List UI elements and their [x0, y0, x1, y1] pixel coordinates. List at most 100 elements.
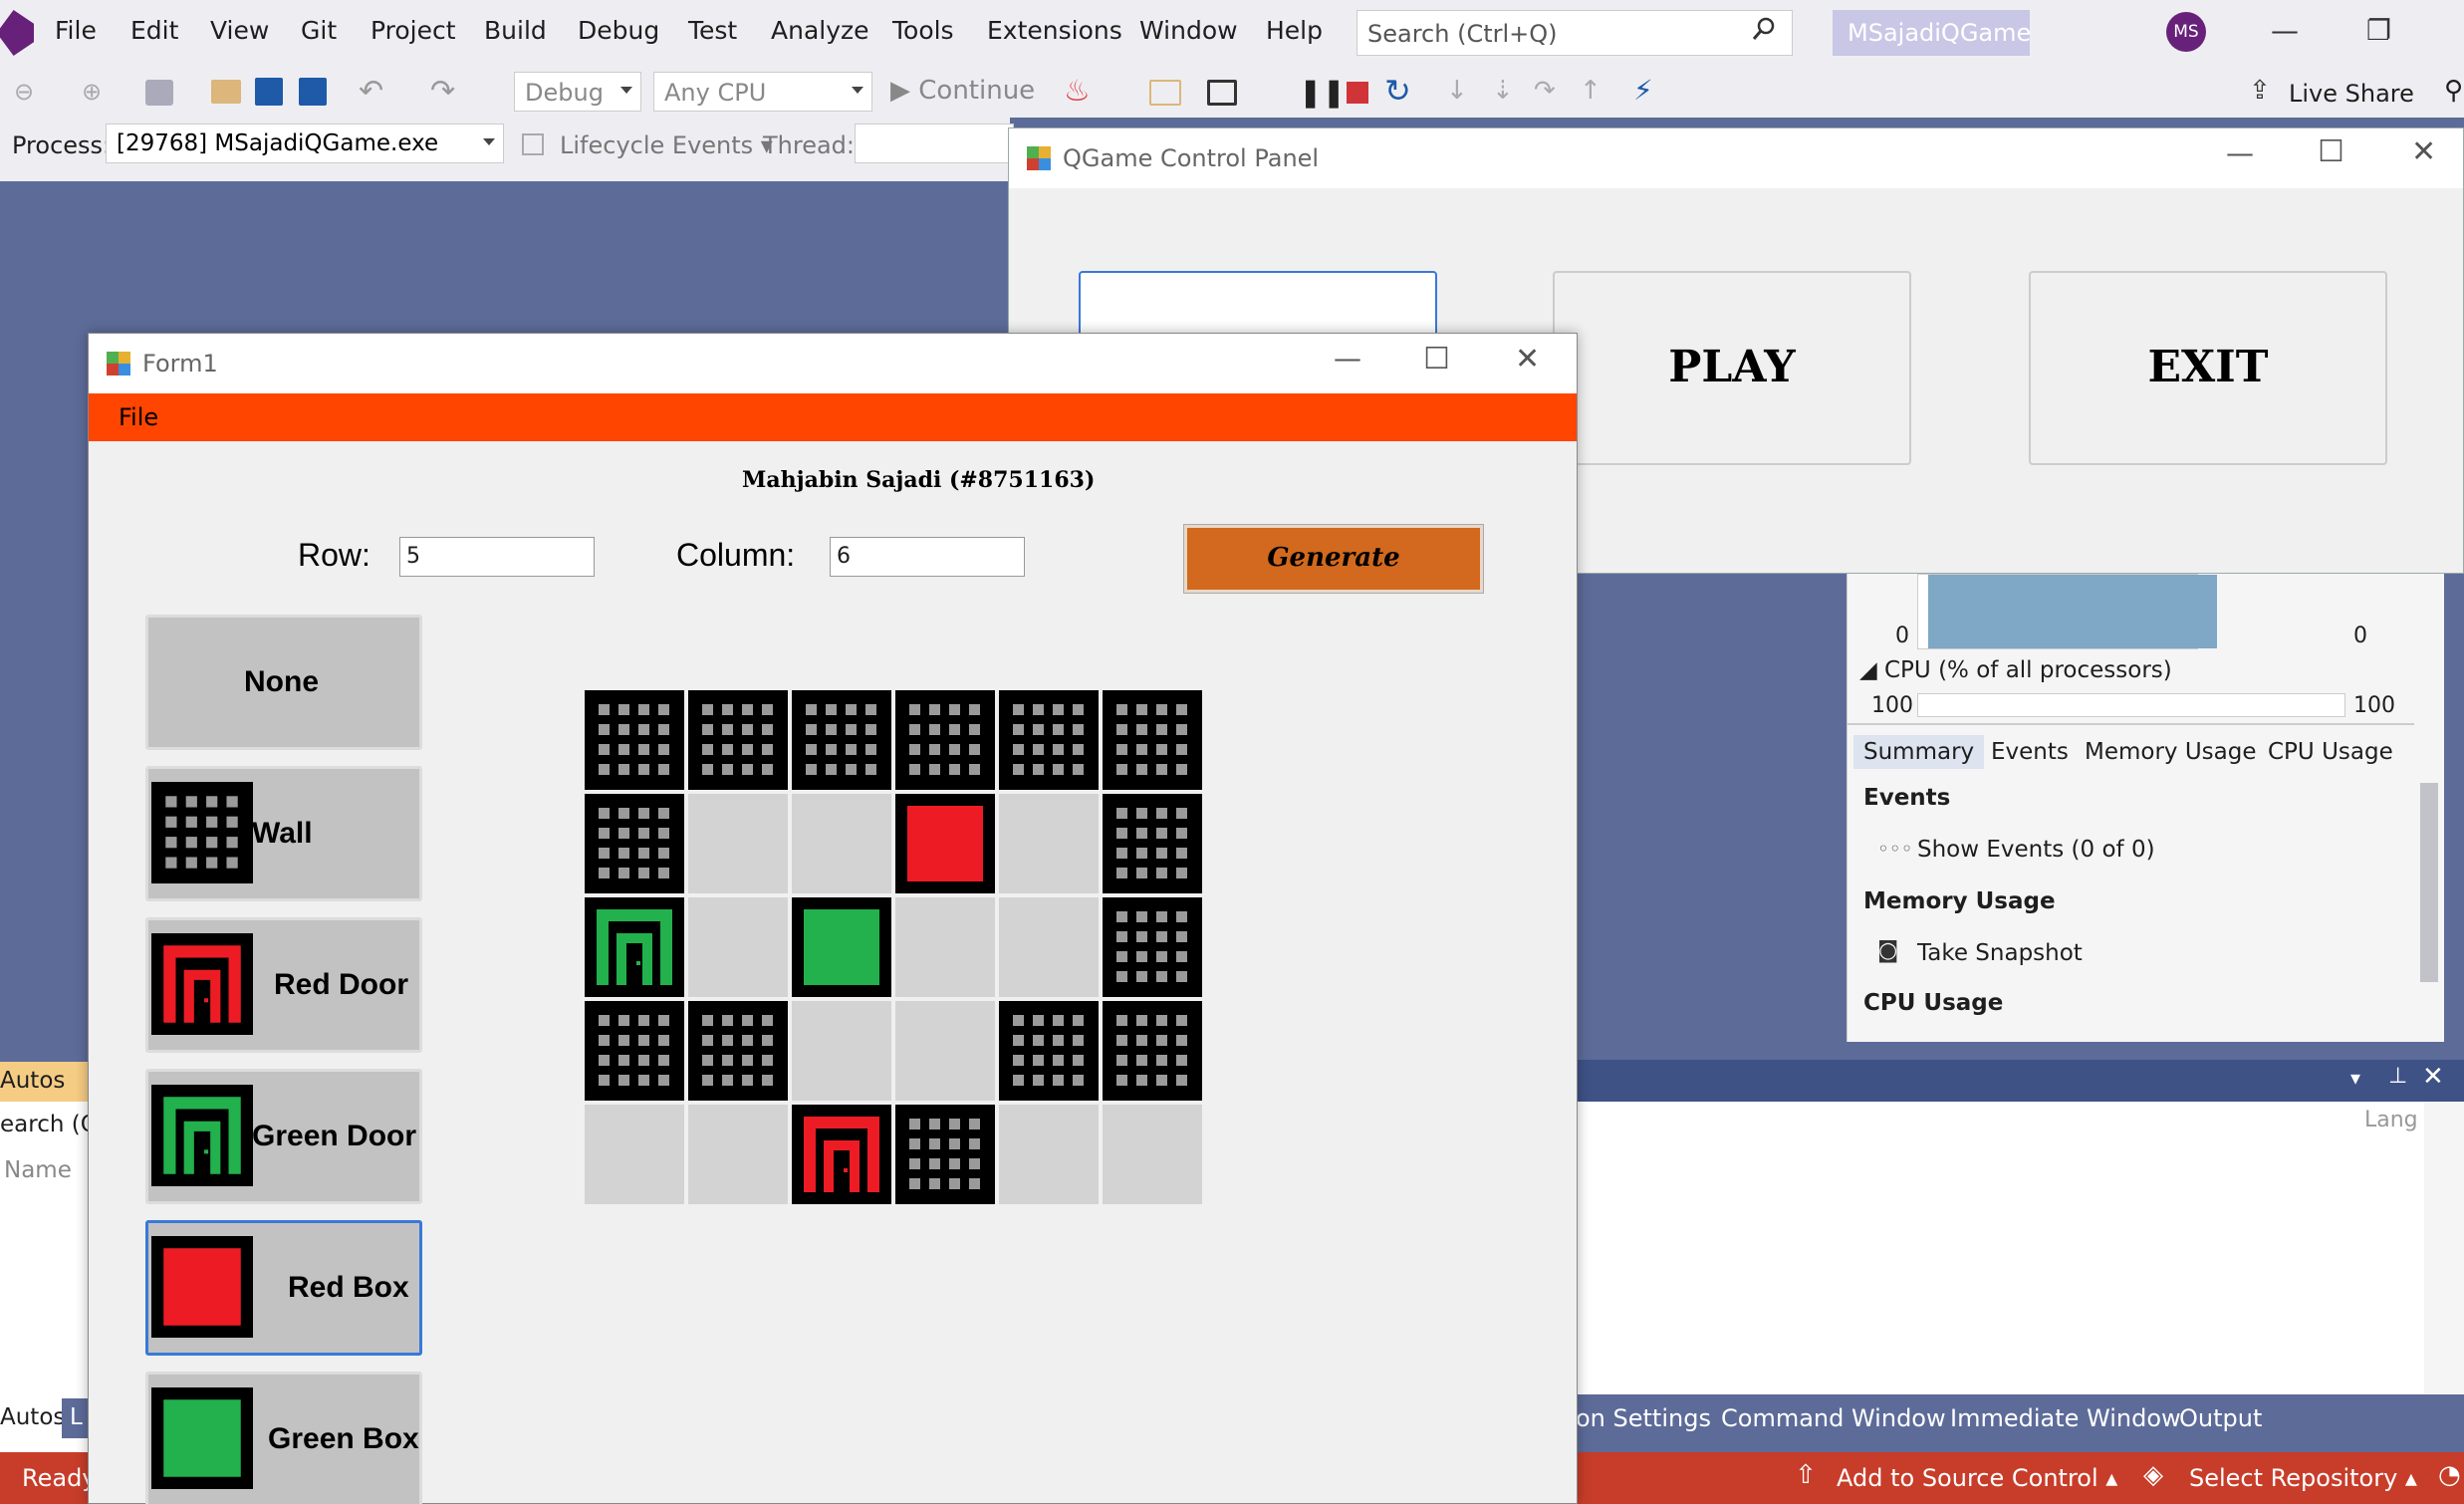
restore-icon[interactable]: ❐ — [2366, 14, 2391, 47]
grid-cell-wall[interactable] — [895, 1105, 995, 1204]
menu-test[interactable]: Test — [688, 16, 737, 45]
restart-icon[interactable]: ↻ — [1384, 72, 1411, 110]
grid-cell-wall[interactable] — [1103, 1001, 1202, 1101]
vs-search-input[interactable]: Search (Ctrl+Q) — [1356, 10, 1793, 56]
menu-file[interactable]: File — [55, 16, 97, 45]
continue-button[interactable]: ▶ Continue — [890, 76, 1035, 106]
grid-cell-wall[interactable] — [792, 690, 891, 790]
grid-cell-wall[interactable] — [999, 1001, 1099, 1101]
feedback-person-icon[interactable]: ⚲ — [2444, 76, 2463, 106]
redo-icon[interactable]: ↷ — [430, 74, 455, 109]
undo-icon[interactable]: ↶ — [359, 74, 383, 109]
live-share-icon[interactable]: ⇪ — [2249, 76, 2271, 106]
window-layout-icon[interactable] — [1207, 80, 1237, 106]
thread-select[interactable] — [855, 124, 1014, 163]
save-icon[interactable] — [255, 78, 283, 106]
tool-none-button[interactable]: None — [145, 615, 422, 750]
save-all-icon[interactable] — [299, 78, 327, 106]
grid-cell-wall[interactable] — [1103, 690, 1202, 790]
grid-cell-wall[interactable] — [1103, 897, 1202, 997]
back-icon[interactable]: ⊖ — [14, 78, 34, 106]
scroll-thumb[interactable] — [2420, 783, 2438, 982]
show-events-link[interactable]: Show Events (0 of 0) — [1917, 837, 2155, 863]
stop-icon[interactable] — [1347, 82, 1368, 104]
open-folder-icon[interactable] — [211, 80, 241, 104]
step-out-icon[interactable]: ↑ — [1580, 76, 1602, 106]
tab-summary[interactable]: Summary — [1853, 735, 1985, 769]
pin-icon[interactable]: ⊥ — [2388, 1064, 2407, 1089]
grid-cell-wall[interactable] — [688, 690, 788, 790]
close-icon[interactable]: ✕ — [2411, 134, 2436, 169]
tool-green-door-button[interactable]: Green Door — [145, 1069, 422, 1204]
new-project-icon[interactable] — [145, 80, 173, 106]
grid-cell-wall[interactable] — [585, 1001, 684, 1101]
hot-reload-icon[interactable]: ♨ — [1064, 74, 1091, 109]
tool-wall-button[interactable]: Wall — [145, 766, 422, 901]
grid-cell-green-door[interactable] — [585, 897, 684, 997]
maximize-icon[interactable]: ☐ — [1423, 342, 1450, 376]
search-icon[interactable] — [1751, 16, 1777, 42]
menu-extensions[interactable]: Extensions — [987, 16, 1122, 45]
grid-cell-empty[interactable] — [688, 794, 788, 893]
tab-command-window[interactable]: Command Window — [1721, 1404, 1946, 1432]
grid-cell-wall[interactable] — [585, 690, 684, 790]
grid-cell-wall[interactable] — [895, 690, 995, 790]
exit-button[interactable]: EXIT — [2029, 271, 2387, 465]
close-icon[interactable]: ✕ — [2422, 1062, 2444, 1092]
grid-cell-wall[interactable] — [688, 1001, 788, 1101]
row-input[interactable]: 5 — [399, 537, 595, 577]
menu-build[interactable]: Build — [484, 16, 547, 45]
take-snapshot-button[interactable]: Take Snapshot — [1917, 940, 2083, 966]
grid-cell-empty[interactable] — [999, 794, 1099, 893]
forward-icon[interactable]: ⊕ — [82, 78, 102, 106]
menu-analyze[interactable]: Analyze — [771, 16, 869, 45]
grid-cell-green-box[interactable] — [792, 897, 891, 997]
pause-icon[interactable]: ❚❚ — [1299, 76, 1346, 109]
grid-cell-empty[interactable] — [585, 1105, 684, 1204]
tab-events[interactable]: Events — [1991, 739, 2069, 765]
grid-cell-empty[interactable] — [792, 794, 891, 893]
minimize-icon[interactable]: — — [2271, 14, 2299, 47]
grid-cell-wall[interactable] — [1103, 794, 1202, 893]
grid-cell-empty[interactable] — [895, 897, 995, 997]
grid-cell-red-box[interactable] — [895, 794, 995, 893]
minimize-icon[interactable]: — — [1334, 342, 1361, 375]
diagnostic-scrollbar[interactable] — [2414, 574, 2444, 1042]
minimize-icon[interactable]: — — [2226, 136, 2254, 169]
diagnostic-tools-icon[interactable]: ⚡ — [1633, 74, 1653, 107]
grid-cell-empty[interactable] — [999, 1105, 1099, 1204]
output-scrollbar[interactable] — [2424, 1102, 2464, 1394]
lifecycle-events-dropdown[interactable]: Lifecycle Events ▾ — [560, 131, 773, 159]
menu-tools[interactable]: Tools — [892, 16, 954, 45]
add-to-source-control[interactable]: Add to Source Control ▴ — [1837, 1464, 2117, 1492]
grid-cell-empty[interactable] — [999, 897, 1099, 997]
tool-red-door-button[interactable]: Red Door — [145, 917, 422, 1053]
play-button[interactable]: PLAY — [1553, 271, 1911, 465]
cpu-section-header[interactable]: ◢ CPU (% of all processors) — [1859, 657, 2172, 683]
visual-studio-logo-icon[interactable] — [0, 10, 34, 56]
platform-select[interactable]: Any CPU — [653, 72, 872, 112]
browse-folder-icon[interactable] — [1149, 80, 1181, 106]
process-select[interactable]: [29768] MSajadiQGame.exe — [106, 124, 504, 163]
menu-project[interactable]: Project — [370, 16, 456, 45]
tab-cpu-usage[interactable]: CPU Usage — [2268, 739, 2393, 765]
step-over-icon[interactable]: ⇣ — [1492, 76, 1514, 106]
grid-cell-wall[interactable] — [999, 690, 1099, 790]
menu-edit[interactable]: Edit — [130, 16, 178, 45]
tab-locals[interactable]: L — [62, 1398, 90, 1438]
grid-cell-empty[interactable] — [792, 1001, 891, 1101]
step-into-icon[interactable]: ↓ — [1446, 76, 1468, 106]
notifications-icon[interactable]: ◔ — [2438, 1460, 2461, 1490]
generate-button[interactable]: Generate — [1183, 524, 1484, 594]
tab-autos[interactable]: Autos — [0, 1398, 65, 1438]
tool-green-box-button[interactable]: Green Box — [145, 1372, 422, 1504]
tab-exception-settings[interactable]: on Settings — [1576, 1404, 1711, 1432]
grid-cell-empty[interactable] — [688, 1105, 788, 1204]
menu-git[interactable]: Git — [301, 16, 337, 45]
tab-immediate-window[interactable]: Immediate Window — [1950, 1404, 2181, 1432]
grid-cell-empty[interactable] — [895, 1001, 995, 1101]
dropdown-icon[interactable]: ▾ — [2350, 1066, 2360, 1090]
tool-red-box-button[interactable]: Red Box — [145, 1220, 422, 1356]
menu-window[interactable]: Window — [1139, 16, 1238, 45]
grid-cell-empty[interactable] — [1103, 1105, 1202, 1204]
